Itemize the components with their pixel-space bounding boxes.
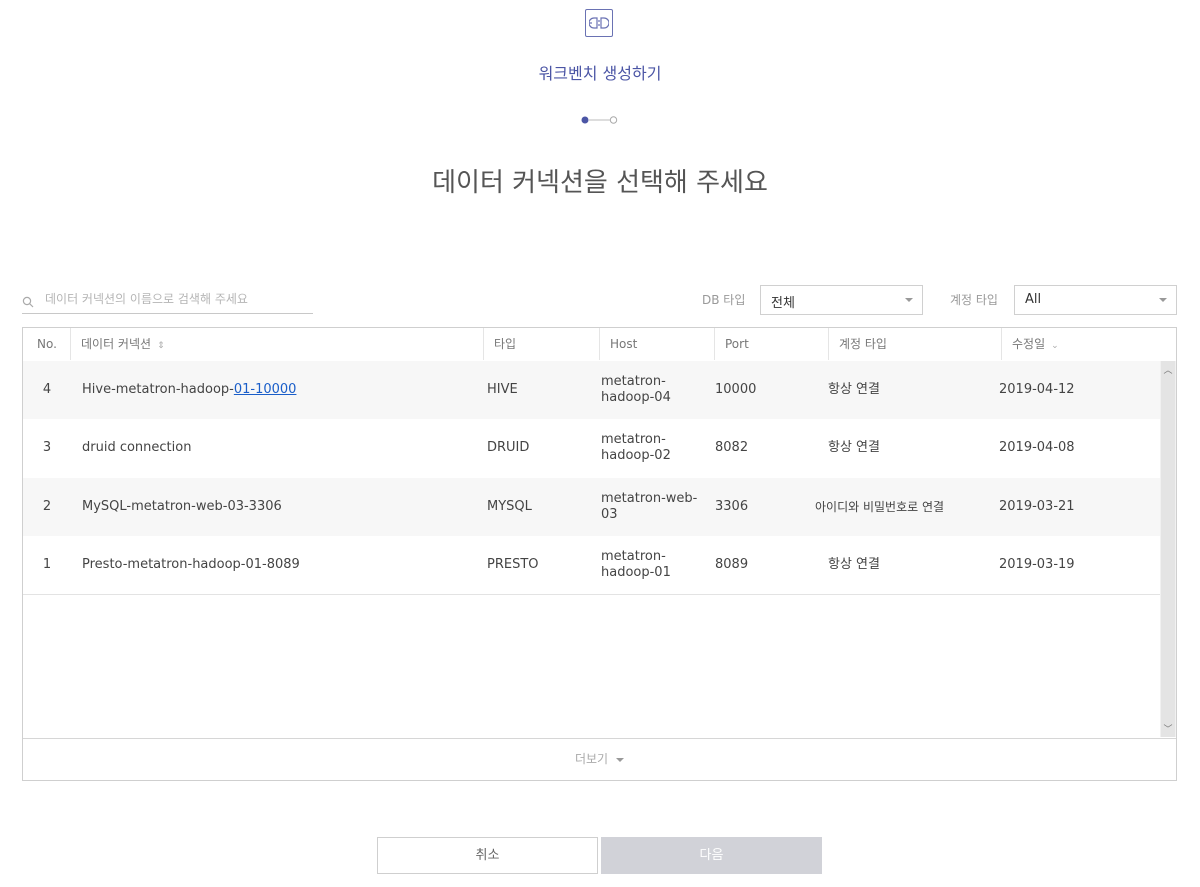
row-connection-name: druid connection	[82, 419, 191, 477]
scrollbar-thumb[interactable]	[1161, 361, 1175, 737]
row-modified: 2019-04-08	[999, 440, 1075, 455]
connection-name-text: druid connection	[82, 440, 192, 455]
column-header-connection[interactable]: 데이터 커넥션 ⇕	[71, 328, 484, 360]
row-account-type: 아이디와 비밀번호로 연결	[815, 500, 945, 514]
chevron-down-icon	[616, 757, 625, 762]
account-type-value: All	[1025, 292, 1042, 307]
table-row[interactable]: 1 Presto-metatron-hadoop-01-8089 PRESTO …	[23, 536, 1160, 595]
row-host: metatron-hadoop-04	[601, 374, 671, 405]
search-input[interactable]	[45, 289, 310, 309]
wizard-title: 워크벤치 생성하기	[538, 64, 662, 83]
connection-table: No. 데이터 커넥션 ⇕ 타입 Host Port 계정 타입 수정일 ⌄ 4 H…	[22, 327, 1177, 781]
table-row[interactable]: 2 MySQL-metatron-web-03-3306 MYSQL metat…	[23, 478, 1160, 536]
column-header-modified[interactable]: 수정일 ⌄	[1002, 328, 1176, 360]
scroll-down-arrow-icon[interactable]: ﹀	[1160, 722, 1176, 735]
connection-name-text: Hive-metatron-hadoop-	[82, 382, 234, 397]
row-host: metatron-hadoop-01	[601, 549, 671, 580]
row-port: 8082	[715, 440, 749, 455]
step-1-dot	[581, 116, 589, 124]
db-type-select[interactable]: 전체	[760, 285, 923, 315]
table-scrollbar[interactable]: ︿ ﹀	[1160, 361, 1176, 737]
column-header-no[interactable]: No.	[23, 328, 71, 360]
table-row[interactable]: 4 Hive-metatron-hadoop- 01-10000 HIVE met…	[23, 361, 1160, 419]
connection-name-link[interactable]: 01-10000	[234, 382, 297, 398]
column-header-type[interactable]: 타입	[484, 328, 600, 360]
row-port: 10000	[715, 382, 757, 397]
row-port: 8089	[715, 557, 749, 572]
row-host: metatron-hadoop-02	[601, 432, 671, 463]
search-icon	[22, 293, 34, 312]
row-no: 1	[42, 557, 52, 572]
scroll-up-arrow-icon[interactable]: ︿	[1160, 363, 1176, 376]
chevron-down-icon	[905, 298, 913, 302]
row-type: DRUID	[487, 440, 530, 455]
row-modified: 2019-03-21	[999, 499, 1075, 514]
page-headline: 데이터 커넥션을 선택해 주세요	[432, 168, 768, 198]
row-connection-name: Hive-metatron-hadoop- 01-10000	[82, 361, 296, 419]
db-type-value: 전체	[771, 296, 795, 311]
load-more-label: 더보기	[574, 752, 609, 766]
row-account-type: 항상 연결	[828, 382, 880, 397]
row-no: 2	[42, 499, 52, 514]
table-row[interactable]: 3 druid connection DRUID metatron-hadoop…	[23, 419, 1160, 477]
column-header-account-type[interactable]: 계정 타입	[829, 328, 1002, 360]
row-connection-name: MySQL-metatron-web-03-3306	[82, 478, 282, 536]
step-2-dot	[609, 116, 618, 124]
workbench-logo-icon	[585, 9, 613, 37]
account-type-label: 계정 타입	[950, 293, 998, 307]
row-port: 3306	[715, 499, 749, 514]
connection-name-text: Presto-metatron-hadoop-01-8089	[82, 557, 300, 572]
row-host: metatron-web- 03	[601, 491, 698, 522]
db-type-label: DB 타입	[702, 293, 746, 307]
cancel-button[interactable]: 취소	[377, 837, 598, 874]
connection-name-text: MySQL-metatron-web-03-3306	[82, 499, 282, 514]
row-no: 4	[42, 382, 52, 397]
row-modified: 2019-04-12	[999, 382, 1075, 397]
column-header-port[interactable]: Port	[715, 328, 829, 360]
account-type-select[interactable]: All	[1014, 285, 1177, 315]
row-connection-name: Presto-metatron-hadoop-01-8089	[82, 536, 300, 594]
sort-desc-icon: ⌄	[1051, 341, 1059, 351]
row-type: PRESTO	[487, 557, 539, 572]
step-indicator	[580, 110, 620, 124]
chevron-down-icon	[1159, 298, 1167, 302]
table-header: No. 데이터 커넥션 ⇕ 타입 Host Port 계정 타입 수정일 ⌄	[23, 328, 1176, 362]
column-header-host[interactable]: Host	[600, 328, 715, 360]
row-modified: 2019-03-19	[999, 557, 1075, 572]
row-account-type: 항상 연결	[828, 440, 880, 455]
load-more-button[interactable]: 더보기	[23, 738, 1176, 781]
row-type: HIVE	[487, 382, 518, 397]
row-no: 3	[42, 440, 52, 455]
connection-search	[22, 286, 313, 314]
row-account-type: 항상 연결	[828, 557, 880, 572]
row-type: MYSQL	[487, 499, 532, 514]
next-button[interactable]: 다음	[601, 837, 822, 874]
sort-icon: ⇕	[157, 341, 165, 351]
